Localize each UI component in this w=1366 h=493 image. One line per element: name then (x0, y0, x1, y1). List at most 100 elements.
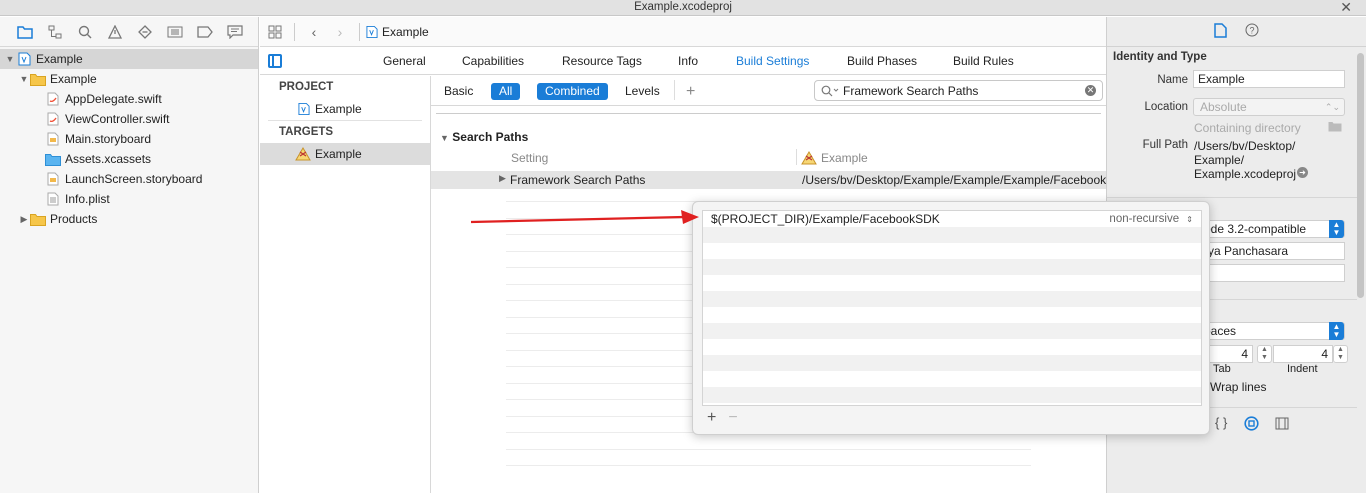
stepper-icon: ▲ ▼ (1329, 322, 1344, 340)
tree-item-file[interactable]: Main.storyboard (0, 129, 258, 149)
divider (436, 113, 1101, 114)
grid-icon[interactable] (262, 21, 288, 43)
disclosure-closed-icon[interactable]: ▶ (18, 214, 30, 225)
tab-general[interactable]: General (383, 54, 426, 68)
name-field[interactable]: Example (1193, 70, 1345, 88)
folder-icon (30, 72, 46, 86)
search-path-value[interactable]: $(PROJECT_DIR)/Example/FacebookSDK (711, 212, 940, 226)
indent-using-select[interactable]: paces ▲ ▼ (1197, 322, 1345, 340)
popover-footer: + − (707, 410, 738, 426)
tab-width-stepper[interactable]: ▲ ▼ (1257, 345, 1272, 363)
divider (1107, 197, 1357, 198)
app-target-icon (801, 151, 817, 165)
stepper-icon: ▲ ▼ (1329, 220, 1344, 238)
disclosure-open-icon[interactable]: ▼ (440, 133, 449, 143)
filter-basic-button[interactable]: Basic (436, 83, 481, 100)
window-titlebar: Example.xcodeproj ✕ (0, 0, 1366, 16)
forward-chevron-icon[interactable]: › (327, 21, 353, 43)
project-section-header: PROJECT (279, 81, 334, 93)
tree-item-file[interactable]: AppDelegate.swift (0, 89, 258, 109)
media-library-icon[interactable] (1275, 417, 1289, 433)
compatibility-select[interactable]: ode 3.2-compatible ▲ ▼ (1197, 220, 1345, 238)
tab-build-phases[interactable]: Build Phases (847, 54, 917, 68)
tab-info[interactable]: Info (678, 54, 698, 68)
indent-width-stepper[interactable]: ▲ ▼ (1333, 345, 1348, 363)
full-path-line: Example.xcodeproj (1194, 167, 1297, 181)
report-icon[interactable] (220, 21, 250, 43)
settings-search-field[interactable]: Framework Search Paths ✕ (814, 80, 1103, 101)
search-path-row[interactable]: $(PROJECT_DIR)/Example/FacebookSDK non-r… (703, 211, 1201, 227)
back-chevron-icon[interactable]: ‹ (301, 21, 327, 43)
tree-item-project[interactable]: ▼ Example (0, 49, 258, 69)
section-header[interactable]: ▼ Search Paths (440, 130, 528, 144)
class-prefix-field[interactable] (1197, 264, 1345, 282)
column-header-target: Example (801, 151, 868, 165)
setting-name: Framework Search Paths (510, 173, 646, 187)
code-snippet-icon[interactable]: { } (1215, 415, 1227, 430)
hierarchy-icon[interactable] (40, 21, 70, 43)
tree-item-label: Info.plist (65, 192, 110, 206)
tree-item-file[interactable]: Assets.xcassets (0, 149, 258, 169)
debug-icon[interactable] (160, 21, 190, 43)
filter-levels-button[interactable]: Levels (617, 83, 668, 100)
separator (294, 22, 295, 41)
folder-icon[interactable] (10, 21, 40, 43)
navigator-toolbar (0, 17, 258, 47)
project-item-label: Example (315, 102, 362, 116)
add-setting-button[interactable]: + (678, 83, 703, 100)
project-item[interactable]: Example (260, 98, 430, 120)
stepper-icon: ⇕ (1186, 215, 1193, 224)
location-value: Absolute (1200, 100, 1247, 114)
compatibility-value: ode 3.2-compatible (1204, 222, 1307, 236)
breakpoint-icon[interactable] (190, 21, 220, 43)
warning-icon[interactable] (100, 21, 130, 43)
filter-combined-button[interactable]: Combined (537, 83, 608, 100)
project-file-icon (298, 103, 310, 115)
list-item (703, 275, 1201, 291)
search-icon[interactable] (70, 21, 100, 43)
organization-field[interactable]: sya Panchasara (1197, 242, 1345, 260)
disclosure-closed-icon[interactable]: ▶ (499, 173, 506, 184)
tree-item-folder[interactable]: ▼ Example (0, 69, 258, 89)
close-icon[interactable]: ✕ (1340, 0, 1352, 14)
project-navigator: ▼ Example ▼ Example AppDelegate.swift Vi… (0, 17, 259, 493)
clear-search-icon[interactable]: ✕ (1085, 85, 1096, 96)
tree-item-label: Products (50, 212, 98, 226)
tree-item-label: Example (50, 72, 97, 86)
object-library-icon[interactable] (1244, 416, 1259, 434)
recursive-select[interactable]: non-recursive ⇕ (1109, 211, 1193, 228)
indent-width-field[interactable]: 4 (1273, 345, 1333, 363)
filter-all-button[interactable]: All (491, 83, 521, 100)
help-icon[interactable]: ? (1245, 23, 1259, 40)
tree-item-label: Example (36, 52, 83, 66)
name-label: Name (1157, 74, 1188, 86)
folder-icon[interactable] (1328, 121, 1342, 135)
test-diamond-icon[interactable] (130, 21, 160, 43)
location-select[interactable]: Absolute ⌃⌄ (1193, 98, 1345, 116)
breadcrumb[interactable]: Example (366, 25, 429, 39)
sidebar-toggle-icon[interactable] (268, 54, 282, 68)
setting-value[interactable]: /Users/bv/Desktop/Example/Example/Exampl… (802, 173, 1131, 187)
tree-item-folder[interactable]: ▶ Products (0, 209, 258, 229)
list-item (703, 371, 1201, 387)
tab-build-settings[interactable]: Build Settings (736, 54, 809, 68)
disclosure-open-icon[interactable]: ▼ (4, 54, 16, 64)
tree-item-file[interactable]: Info.plist (0, 189, 258, 209)
tab-resource-tags[interactable]: Resource Tags (562, 54, 642, 68)
disclosure-open-icon[interactable]: ▼ (18, 74, 30, 84)
file-inspector-icon[interactable] (1214, 22, 1227, 41)
target-item[interactable]: Example (260, 143, 430, 165)
add-path-button[interactable]: + (707, 410, 716, 426)
tab-capabilities[interactable]: Capabilities (462, 54, 524, 68)
list-item (703, 307, 1201, 323)
tab-width-field[interactable]: 4 (1207, 345, 1253, 363)
full-path-line: Example/ (1194, 153, 1245, 167)
inspector-scrollbar[interactable] (1357, 53, 1364, 298)
setting-row-framework-search-paths[interactable]: ▶ Framework Search Paths /Users/bv/Deskt… (431, 171, 1131, 189)
tree-item-file[interactable]: LaunchScreen.storyboard (0, 169, 258, 189)
remove-path-button[interactable]: − (728, 410, 737, 426)
tab-build-rules[interactable]: Build Rules (953, 54, 1014, 68)
tree-item-label: Main.storyboard (65, 132, 152, 146)
reveal-arrow-icon[interactable]: ➜ (1297, 167, 1308, 178)
tree-item-file[interactable]: ViewController.swift (0, 109, 258, 129)
